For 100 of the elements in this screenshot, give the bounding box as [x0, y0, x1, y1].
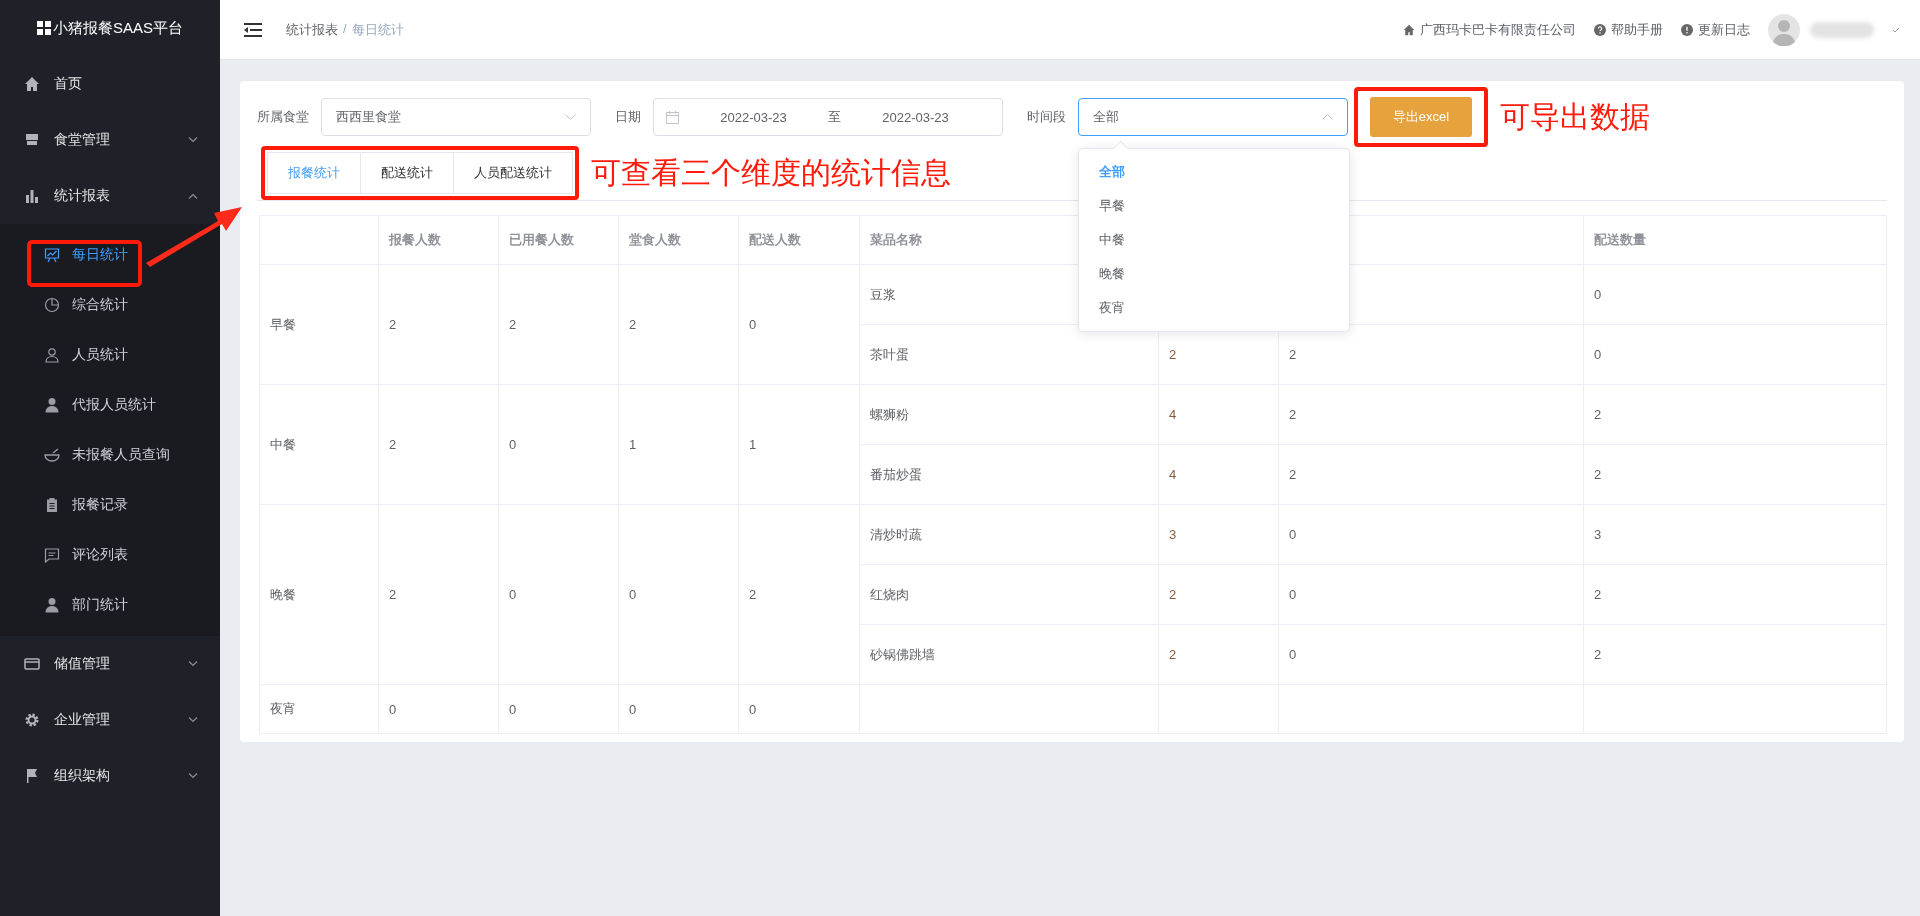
breadcrumb-link[interactable]: 统计报表 — [286, 20, 338, 39]
home-icon — [24, 76, 40, 92]
table-cell: 0 — [498, 684, 619, 734]
menu-icon[interactable] — [244, 22, 262, 37]
column-header: 堂食人数 — [618, 215, 739, 265]
period-select[interactable]: 全部 — [1078, 98, 1348, 136]
chevron-down-icon — [565, 114, 576, 120]
app-logo-title: 小猪报餐SAAS平台 — [53, 18, 183, 38]
table-cell: 2 — [378, 264, 499, 385]
column-header: 配送数量 — [1583, 215, 1887, 265]
sidebar-subitem[interactable]: 每日统计 — [0, 230, 220, 280]
filter-label: 时间段 — [1027, 108, 1066, 126]
table-cell: 中餐 — [259, 384, 379, 505]
user-icon — [44, 597, 60, 613]
table-cell: 2 — [378, 384, 499, 505]
info-icon — [1681, 23, 1693, 36]
chevron-up-icon — [1322, 114, 1333, 120]
canteen-select[interactable]: 西西里食堂 — [321, 98, 591, 136]
sidebar-subitem[interactable]: 综合统计 — [0, 280, 220, 330]
table-cell: 0 — [1278, 624, 1584, 685]
sidebar-item[interactable]: 统计报表 — [0, 168, 220, 224]
bowl-icon — [44, 447, 60, 463]
table-cell: 3 — [1158, 504, 1279, 565]
sidebar-subitem[interactable]: 报餐记录 — [0, 480, 220, 530]
help-icon — [1594, 23, 1606, 36]
table-cell: 2 — [1158, 624, 1279, 685]
table-cell: 2 — [1278, 384, 1584, 445]
sidebar-item[interactable]: 食堂管理 — [0, 112, 220, 168]
table-cell: 4 — [1158, 444, 1279, 505]
settings-icon — [24, 712, 40, 728]
sidebar-item[interactable]: 首页 — [0, 56, 220, 112]
table-cell: 晚餐 — [259, 504, 379, 685]
table-cell: 2 — [738, 504, 860, 685]
sidebar-subitem[interactable]: 评论列表 — [0, 530, 220, 580]
annotation-text: 可导出数据 — [1500, 98, 1650, 135]
sidebar-item[interactable]: 组织架构 — [0, 748, 220, 804]
sidebar-subitem[interactable]: 未报餐人员查询 — [0, 430, 220, 480]
flag-icon — [24, 768, 40, 784]
header-link[interactable]: 更新日志 — [1698, 20, 1750, 39]
tab[interactable]: 配送统计 — [361, 152, 454, 194]
dropdown-option[interactable]: 中餐 — [1079, 223, 1349, 257]
user-icon — [44, 347, 60, 363]
sidebar-item[interactable]: 储值管理 — [0, 636, 220, 692]
presentation-chart-icon — [44, 247, 60, 263]
avatar-icon[interactable] — [1768, 13, 1800, 46]
table-cell: 3 — [1583, 504, 1887, 565]
calendar-icon — [666, 110, 679, 124]
column-header: 配送人数 — [738, 215, 860, 265]
breadcrumb-current: 每日统计 — [351, 20, 404, 39]
table-cell: 0 — [738, 264, 860, 385]
card-icon — [24, 656, 40, 672]
table-cell: 2 — [1583, 444, 1887, 505]
table-cell: 2 — [378, 504, 499, 685]
bar-chart-icon — [24, 188, 40, 204]
filter-label: 所属食堂 — [257, 108, 309, 126]
table-cell: 砂锅佛跳墙 — [859, 624, 1159, 685]
table-cell: 1 — [738, 384, 860, 505]
table-cell: 2 — [1278, 444, 1584, 505]
dropdown-option[interactable]: 晚餐 — [1079, 257, 1349, 291]
table-cell: 早餐 — [259, 264, 379, 385]
table-cell: 0 — [1583, 264, 1887, 325]
dropdown-option[interactable]: 早餐 — [1079, 189, 1349, 223]
column-header: 报餐人数 — [378, 215, 499, 265]
table-cell: 2 — [1583, 384, 1887, 445]
table-cell: 番茄炒蛋 — [859, 444, 1159, 505]
table-cell: 2 — [1158, 564, 1279, 625]
table-cell: 夜宵 — [259, 684, 379, 734]
blurred-name-placeholder — [1810, 21, 1874, 38]
sidebar-subitem[interactable]: 代报人员统计 — [0, 380, 220, 430]
table-cell: 清炒时蔬 — [859, 504, 1159, 565]
home-icon — [1403, 23, 1415, 36]
header-link[interactable]: 广西玛卡巴卡有限责任公司 — [1420, 20, 1576, 39]
table-cell: 0 — [498, 384, 619, 505]
table-cell: 螺狮粉 — [859, 384, 1159, 445]
sidebar-subitem[interactable]: 部门统计 — [0, 580, 220, 630]
tab[interactable]: 人员配送统计 — [454, 152, 573, 194]
annotation-text: 可查看三个维度的统计信息 — [591, 154, 951, 191]
filter-label: 日期 — [615, 108, 641, 126]
table-cell: 0 — [618, 684, 739, 734]
table-cell: 0 — [1278, 504, 1584, 565]
user-icon — [44, 397, 60, 413]
table-cell: 0 — [378, 684, 499, 734]
pie-chart-icon — [44, 297, 60, 313]
header-link[interactable]: 帮助手册 — [1611, 20, 1663, 39]
sidebar-item[interactable]: 企业管理 — [0, 692, 220, 748]
clipboard-icon — [44, 497, 60, 513]
table-cell: 2 — [1278, 324, 1584, 385]
table-cell: 0 — [618, 504, 739, 685]
table-cell: 2 — [1583, 564, 1887, 625]
table-cell: 0 — [498, 504, 619, 685]
table-cell: 2 — [498, 264, 619, 385]
table-cell: 2 — [618, 264, 739, 385]
sidebar-subitem[interactable]: 人员统计 — [0, 330, 220, 380]
column-header: 已用餐人数 — [498, 215, 619, 265]
breadcrumb-separator: / — [343, 20, 347, 38]
dropdown-option[interactable]: 夜宵 — [1079, 291, 1349, 325]
table-cell: 1 — [618, 384, 739, 505]
date-range-field[interactable]: 2022-03-23 至 2022-03-23 — [653, 98, 1003, 136]
table-cell: 0 — [1583, 324, 1887, 385]
store-icon — [24, 132, 40, 148]
